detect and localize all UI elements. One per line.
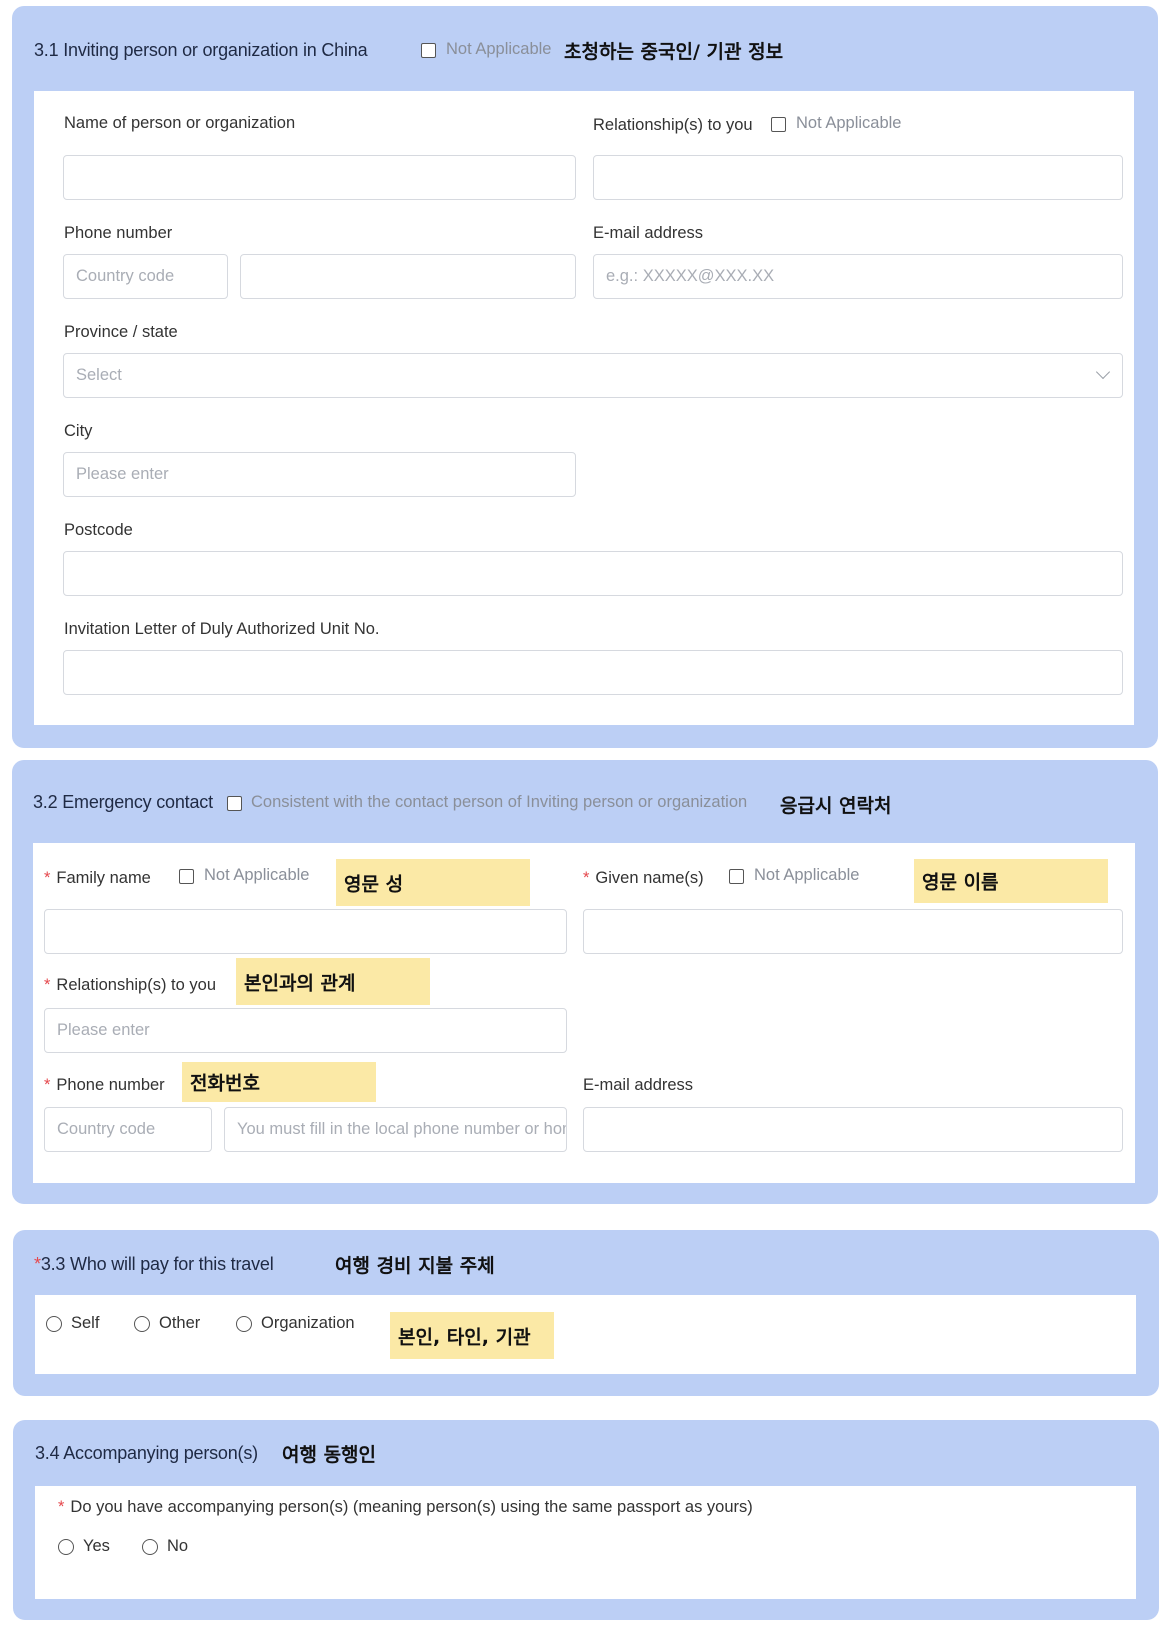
given-name-not-applicable-checkbox[interactable]: [729, 869, 744, 884]
family-name-korean-note: 영문 성: [344, 873, 404, 895]
emergency-relationship-input[interactable]: Please enter: [44, 1008, 567, 1053]
consistent-contact-label: Consistent with the contact person of In…: [251, 793, 748, 811]
accompanying-no-radio[interactable]: [142, 1539, 158, 1555]
invitation-letter-label: Invitation Letter of Duly Authorized Uni…: [64, 620, 380, 638]
family-name-input[interactable]: [44, 909, 567, 954]
accompanying-question-text: Do you have accompanying person(s) (mean…: [70, 1498, 753, 1516]
section-3-2-korean-note: 응급시 연락처: [780, 795, 892, 817]
accompanying-no-label: No: [167, 1537, 189, 1555]
given-name-input[interactable]: [583, 909, 1123, 954]
section-3-1-not-applicable-checkbox[interactable]: [421, 43, 436, 58]
required-mark: *: [583, 869, 590, 887]
section-3-4-korean-note: 여행 동행인: [282, 1444, 377, 1466]
pay-options-korean-note: 본인, 타인, 기관: [398, 1326, 531, 1348]
relationship-not-applicable-label: Not Applicable: [796, 114, 902, 132]
given-name-label: * Given name(s): [583, 869, 704, 888]
emergency-country-code-input[interactable]: Country code: [44, 1107, 212, 1152]
emergency-relationship-label: * Relationship(s) to you: [44, 976, 216, 995]
emergency-phone-label-text: Phone number: [56, 1076, 165, 1094]
section-3-3-korean-note: 여행 경비 지불 주체: [335, 1255, 495, 1277]
required-mark: *: [44, 976, 51, 994]
city-input[interactable]: Please enter: [63, 452, 576, 497]
pay-options-korean-highlight: 본인, 타인, 기관: [390, 1312, 554, 1359]
required-mark: *: [44, 1076, 51, 1094]
accompanying-yes-radio[interactable]: [58, 1539, 74, 1555]
accompanying-question: * Do you have accompanying person(s) (mea…: [58, 1498, 753, 1517]
relationship-korean-note: 본인과의 관계: [244, 972, 356, 994]
province-select[interactable]: Select: [63, 353, 1123, 398]
phone-number-label: Phone number: [64, 224, 173, 242]
phone-number-input[interactable]: [240, 254, 576, 299]
pay-self-label: Self: [71, 1314, 100, 1332]
pay-other-label: Other: [159, 1314, 201, 1332]
section-3-4-title: 3.4 Accompanying person(s): [35, 1443, 258, 1463]
relationship-label: Relationship(s) to you: [593, 116, 753, 134]
given-name-label-text: Given name(s): [595, 869, 704, 887]
relationship-korean-highlight: 본인과의 관계: [236, 958, 430, 1005]
email-input[interactable]: e.g.: XXXXX@XXX.XX: [593, 254, 1123, 299]
required-mark: *: [58, 1498, 65, 1516]
postcode-label: Postcode: [64, 521, 133, 539]
given-name-korean-highlight: 영문 이름: [914, 859, 1108, 903]
family-name-korean-highlight: 영문 성: [336, 859, 530, 906]
section-3-1-korean-note: 초청하는 중국인/ 기관 정보: [564, 41, 784, 63]
given-name-not-applicable-label: Not Applicable: [754, 866, 860, 884]
emergency-email-label: E-mail address: [583, 1076, 694, 1094]
email-label: E-mail address: [593, 224, 704, 242]
given-name-korean-note: 영문 이름: [922, 871, 999, 894]
family-name-label-text: Family name: [56, 869, 151, 887]
section-3-3-form: [35, 1295, 1136, 1374]
postcode-input[interactable]: [63, 551, 1123, 596]
required-mark: *: [44, 869, 51, 887]
city-label: City: [64, 422, 93, 440]
phone-korean-note: 전화번호: [190, 1072, 260, 1095]
pay-self-radio[interactable]: [46, 1316, 62, 1332]
invitation-letter-input[interactable]: [63, 650, 1123, 695]
emergency-relationship-label-text: Relationship(s) to you: [56, 976, 216, 994]
section-3-3-title: *3.3 Who will pay for this travel: [34, 1254, 274, 1275]
pay-organization-radio[interactable]: [236, 1316, 252, 1332]
accompanying-yes-label: Yes: [83, 1537, 110, 1555]
emergency-phone-label: * Phone number: [44, 1076, 165, 1095]
pay-organization-label: Organization: [261, 1314, 355, 1332]
consistent-contact-checkbox[interactable]: [227, 796, 242, 811]
family-name-not-applicable-checkbox[interactable]: [179, 869, 194, 884]
section-3-1-not-applicable-label: Not Applicable: [446, 40, 552, 58]
family-name-label: * Family name: [44, 869, 151, 888]
emergency-email-input[interactable]: [583, 1107, 1123, 1152]
province-label: Province / state: [64, 323, 178, 341]
section-3-3-title-text: 3.3 Who will pay for this travel: [40, 1254, 274, 1274]
relationship-input[interactable]: [593, 155, 1123, 200]
family-name-not-applicable-label: Not Applicable: [204, 866, 310, 884]
section-3-2-title: 3.2 Emergency contact: [33, 792, 213, 812]
relationship-not-applicable-checkbox[interactable]: [771, 117, 786, 132]
required-mark: *: [34, 1254, 41, 1274]
section-3-1-title: 3.1 Inviting person or organization in C…: [34, 40, 368, 60]
pay-other-radio[interactable]: [134, 1316, 150, 1332]
name-of-organization-label: Name of person or organization: [64, 114, 296, 132]
phone-korean-highlight: 전화번호: [182, 1062, 376, 1102]
name-of-organization-input[interactable]: [63, 155, 576, 200]
country-code-input[interactable]: Country code: [63, 254, 228, 299]
emergency-phone-input[interactable]: You must fill in the local phone number …: [224, 1107, 567, 1152]
